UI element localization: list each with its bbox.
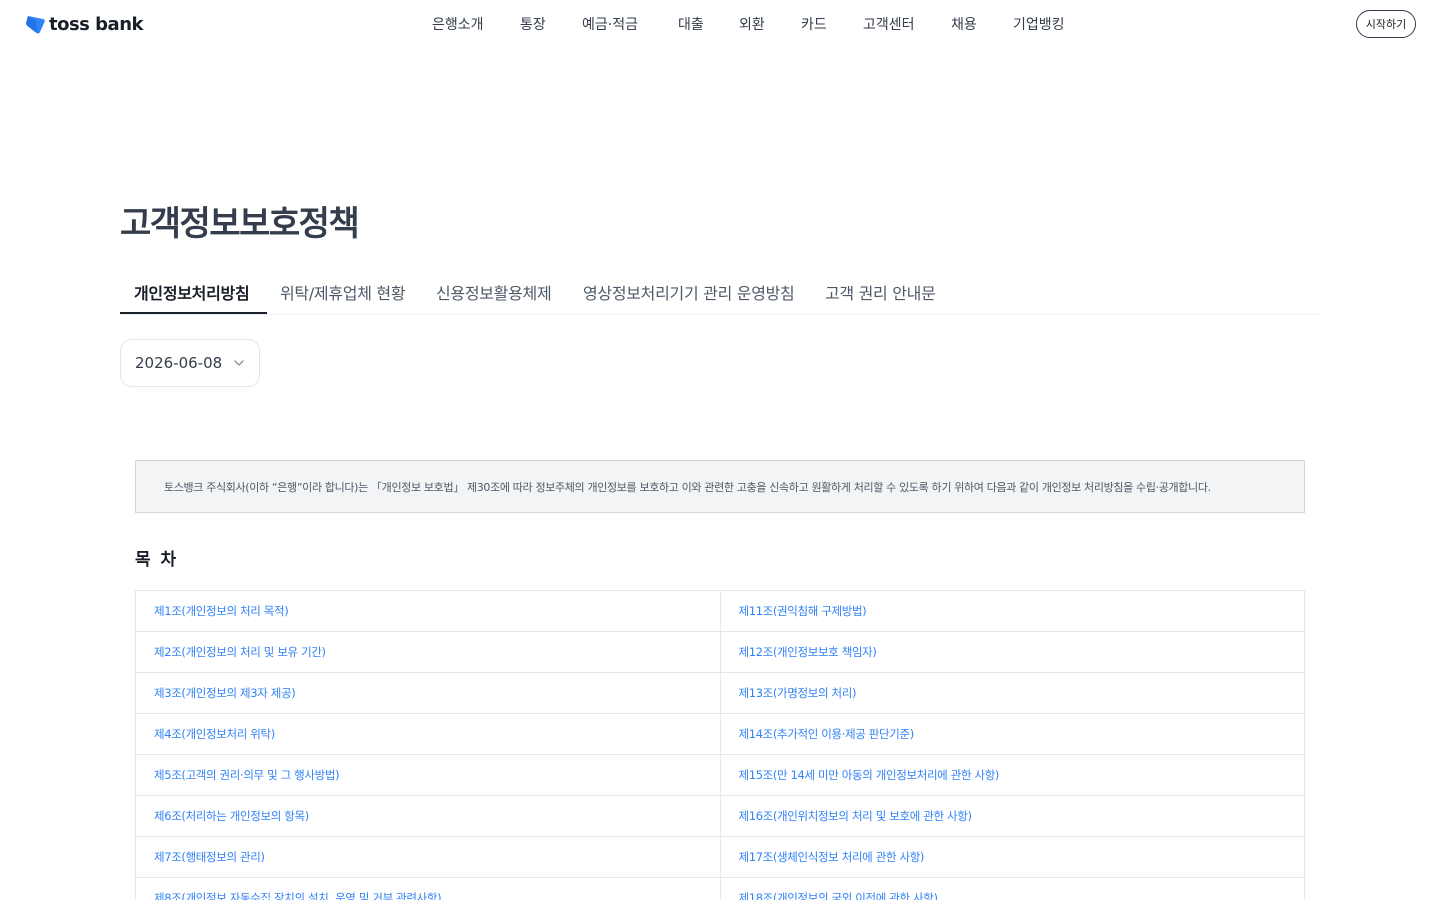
tab-customer-rights[interactable]: 고객 권리 안내문 xyxy=(825,280,936,304)
toc-table: 제1조(개인정보의 처리 목적) 제11조(권익침해 구제방법) 제2조(개인정보의… xyxy=(135,590,1305,900)
logo-text: toss bank xyxy=(49,13,143,35)
nav-item-foreign-exchange[interactable]: 외환 xyxy=(739,14,765,34)
site-header: toss bank 은행소개 통장 예금·적금 대출 외환 카드 고객센터 채용… xyxy=(0,0,1440,48)
toc-cell: 제11조(권익침해 구제방법) xyxy=(720,591,1305,632)
policy-tabs: 개인정보처리방침 위탁/제휴업체 현황 신용정보활용체제 영상정보처리기기 관리… xyxy=(120,268,1320,315)
toc-row: 제5조(고객의 권리·의무 및 그 행사방법) 제15조(만 14세 미만 아동의… xyxy=(136,755,1305,796)
toc-row: 제7조(행태정보의 관리) 제17조(생체인식정보 처리에 관한 사항) xyxy=(136,837,1305,878)
policy-intro-text: 토스뱅크 주식회사(이하 “은행”이라 합니다)는 「개인정보 보호법」 제30… xyxy=(164,480,1211,494)
toc-cell: 제5조(고객의 권리·의무 및 그 행사방법) xyxy=(136,755,721,796)
toc-cell: 제4조(개인정보처리 위탁) xyxy=(136,714,721,755)
toc-link[interactable]: 제12조(개인정보보호 책임자) xyxy=(739,644,877,660)
toc-cell: 제15조(만 14세 미만 아동의 개인정보처리에 관한 사항) xyxy=(720,755,1305,796)
start-button[interactable]: 시작하기 xyxy=(1356,10,1416,38)
toc-cell: 제8조(개인정보 자동수집 장치의 설치, 운영 및 거부 관련사항) xyxy=(136,878,721,900)
toc-link[interactable]: 제4조(개인정보처리 위탁) xyxy=(154,726,275,742)
tab-cctv-policy[interactable]: 영상정보처리기기 관리 운영방침 xyxy=(583,280,795,304)
nav-item-account[interactable]: 통장 xyxy=(520,14,546,34)
active-tab-indicator xyxy=(120,312,267,314)
toc-link[interactable]: 제18조(개인정보의 국외 이전에 관한 사항) xyxy=(739,890,938,900)
policy-date-select[interactable]: 2026-06-08 xyxy=(120,339,260,387)
toc-link[interactable]: 제1조(개인정보의 처리 목적) xyxy=(154,603,289,619)
toc-link[interactable]: 제2조(개인정보의 처리 및 보유 기간) xyxy=(154,644,326,660)
toc-link[interactable]: 제16조(개인위치정보의 처리 및 보호에 관한 사항) xyxy=(739,808,972,824)
toc-link[interactable]: 제13조(가명정보의 처리) xyxy=(739,685,857,701)
toc-cell: 제18조(개인정보의 국외 이전에 관한 사항) xyxy=(721,878,1305,900)
nav-item-loan[interactable]: 대출 xyxy=(678,14,704,34)
nav-item-card[interactable]: 카드 xyxy=(801,14,827,34)
tab-consignment-partners[interactable]: 위탁/제휴업체 현황 xyxy=(280,280,406,304)
toc-cell: 제1조(개인정보의 처리 목적) xyxy=(136,591,721,632)
toc-link[interactable]: 제6조(처리하는 개인정보의 항목) xyxy=(154,808,309,824)
nav-item-about[interactable]: 은행소개 xyxy=(432,14,484,34)
toc-cell: 제12조(개인정보보호 책임자) xyxy=(720,632,1305,673)
toc-link[interactable]: 제8조(개인정보 자동수집 장치의 설치, 운영 및 거부 관련사항) xyxy=(154,890,442,900)
nav-item-business-banking[interactable]: 기업뱅킹 xyxy=(1013,14,1065,34)
toss-logo-icon xyxy=(26,16,45,34)
nav-item-customer-center[interactable]: 고객센터 xyxy=(863,14,915,34)
toc-heading: 목 차 xyxy=(135,550,179,570)
toc-link[interactable]: 제17조(생체인식정보 처리에 관한 사항) xyxy=(739,849,925,865)
toc-link[interactable]: 제7조(행태정보의 관리) xyxy=(154,849,265,865)
toc-cell: 제2조(개인정보의 처리 및 보유 기간) xyxy=(136,632,721,673)
toc-cell: 제3조(개인정보의 제3자 제공) xyxy=(136,673,721,714)
page-title: 고객정보보호정책 xyxy=(120,204,360,244)
toc-link[interactable]: 제15조(만 14세 미만 아동의 개인정보처리에 관한 사항) xyxy=(739,767,1000,783)
toc-cell: 제6조(처리하는 개인정보의 항목) xyxy=(136,796,721,837)
main-nav: 은행소개 통장 예금·적금 대출 외환 카드 고객센터 채용 기업뱅킹 xyxy=(0,0,1440,48)
tab-credit-info-system[interactable]: 신용정보활용체제 xyxy=(436,280,552,304)
toc-row: 제3조(개인정보의 제3자 제공) 제13조(가명정보의 처리) xyxy=(136,673,1305,714)
toc-link[interactable]: 제11조(권익침해 구제방법) xyxy=(739,603,867,619)
toc-row: 제4조(개인정보처리 위탁) 제14조(추가적인 이용·제공 판단기준) xyxy=(136,714,1305,755)
toc-cell: 제13조(가명정보의 처리) xyxy=(720,673,1305,714)
toc-row: 제2조(개인정보의 처리 및 보유 기간) 제12조(개인정보보호 책임자) xyxy=(136,632,1305,673)
nav-item-careers[interactable]: 채용 xyxy=(951,14,977,34)
toc-link[interactable]: 제5조(고객의 권리·의무 및 그 행사방법) xyxy=(154,767,340,783)
toc-row: 제1조(개인정보의 처리 목적) 제11조(권익침해 구제방법) xyxy=(136,591,1305,632)
nav-item-savings[interactable]: 예금·적금 xyxy=(582,14,638,34)
toc-link[interactable]: 제3조(개인정보의 제3자 제공) xyxy=(154,685,296,701)
toc-row: 제8조(개인정보 자동수집 장치의 설치, 운영 및 거부 관련사항) 제18조(… xyxy=(136,878,1305,900)
toc-cell: 제17조(생체인식정보 처리에 관한 사항) xyxy=(720,837,1305,878)
date-select-value: 2026-06-08 xyxy=(135,354,223,372)
toss-bank-logo[interactable]: toss bank xyxy=(24,13,143,35)
policy-intro-box: 토스뱅크 주식회사(이하 “은행”이라 합니다)는 「개인정보 보호법」 제30… xyxy=(135,460,1305,513)
toc-cell: 제16조(개인위치정보의 처리 및 보호에 관한 사항) xyxy=(720,796,1305,837)
toc-cell: 제7조(행태정보의 관리) xyxy=(136,837,721,878)
toc-cell: 제14조(추가적인 이용·제공 판단기준) xyxy=(720,714,1305,755)
tab-privacy-policy[interactable]: 개인정보처리방침 xyxy=(134,280,250,304)
toc-row: 제6조(처리하는 개인정보의 항목) 제16조(개인위치정보의 처리 및 보호에 … xyxy=(136,796,1305,837)
chevron-down-icon xyxy=(234,360,244,366)
toc-link[interactable]: 제14조(추가적인 이용·제공 판단기준) xyxy=(739,726,915,742)
